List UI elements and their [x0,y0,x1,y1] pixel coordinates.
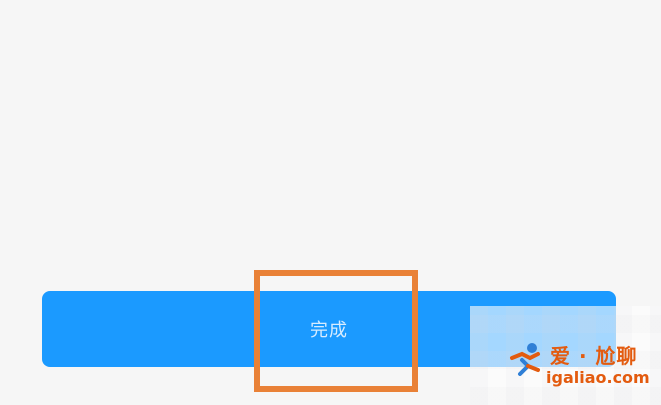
watermark-url: igaliao.com [546,368,650,387]
runner-logo-icon [510,343,540,376]
app-screen: 完成 爱 · 尬聊 igaliao.com [0,0,661,405]
site-watermark: 爱 · 尬聊 igaliao.com [470,306,661,405]
watermark-title: 爱 · 尬聊 [550,344,638,368]
